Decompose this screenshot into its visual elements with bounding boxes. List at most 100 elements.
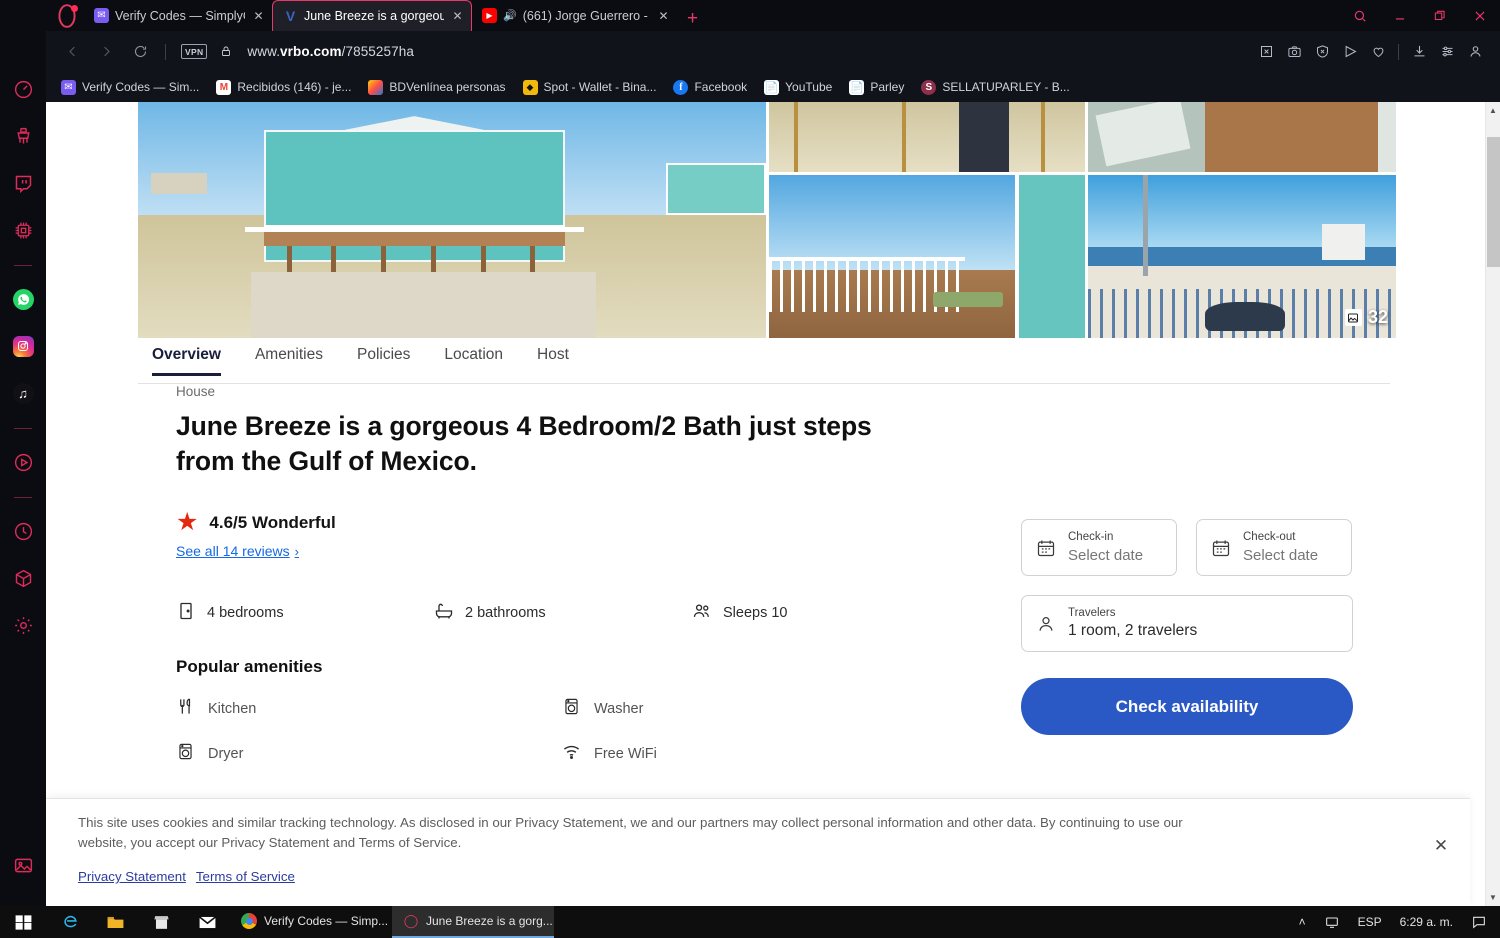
fact-label: Sleeps 10 (723, 605, 788, 622)
package-icon[interactable] (8, 563, 38, 593)
cpu-icon[interactable] (8, 215, 38, 245)
mail-icon: ✉ (61, 79, 76, 95)
player-icon[interactable] (8, 447, 38, 477)
new-tab-button[interactable]: + (677, 9, 708, 31)
pin-page-icon[interactable] (1253, 39, 1279, 65)
scroll-up-icon[interactable]: ▲ (1486, 102, 1500, 119)
gallery-photo-main[interactable] (138, 102, 766, 338)
mail-icon[interactable] (184, 906, 230, 938)
twitch-icon[interactable] (8, 168, 38, 198)
people-icon (692, 601, 712, 625)
taskbar-window-label: Verify Codes — Simp... (264, 914, 389, 928)
gmail-icon: M (216, 79, 232, 95)
image-icon[interactable] (8, 850, 38, 880)
heart-icon[interactable] (1365, 39, 1391, 65)
taskbar-window-chrome[interactable]: Verify Codes — Simp... (230, 906, 392, 938)
snapshot-icon[interactable] (1281, 39, 1307, 65)
travelers-field[interactable]: Travelers 1 room, 2 travelers (1021, 595, 1353, 652)
gallery-photo-4[interactable] (769, 175, 1085, 338)
file-explorer-icon[interactable] (92, 906, 138, 938)
gallery-photo-3[interactable] (1088, 102, 1396, 172)
privacy-statement-link[interactable]: Privacy Statement (78, 869, 186, 884)
browser-tab-0[interactable]: ✉ Verify Codes — SimplyCod ✕ (84, 0, 272, 31)
lock-icon[interactable] (220, 44, 232, 59)
property-section-tabs: Overview Amenities Policies Location Hos… (138, 342, 1390, 384)
tab-amenities[interactable]: Amenities (238, 342, 340, 376)
address-bar-actions (1253, 39, 1488, 65)
settings-icon[interactable] (8, 610, 38, 640)
reload-icon[interactable] (126, 38, 154, 66)
download-icon[interactable] (1406, 39, 1432, 65)
check-availability-button[interactable]: Check availability (1021, 678, 1353, 735)
tab-close-button[interactable]: ✕ (656, 9, 671, 23)
forward-icon[interactable] (92, 38, 120, 66)
tab-audio-icon[interactable]: 🔊 (503, 9, 517, 22)
property-type: House (176, 384, 216, 399)
bookmark-label: Verify Codes — Sim... (82, 80, 200, 94)
windows-icon[interactable] (0, 906, 46, 938)
back-icon[interactable] (58, 38, 86, 66)
binance-icon: ◆ (522, 79, 538, 95)
amenity-dryer: Dryer (176, 742, 562, 765)
photo-count-badge[interactable]: 32 (1344, 307, 1388, 328)
bookmark-item[interactable]: 📄 YouTube (757, 78, 839, 97)
easy-setup-icon[interactable] (1434, 39, 1460, 65)
bookmark-label: Parley (870, 80, 905, 94)
history-icon[interactable] (8, 516, 38, 546)
cleaner-icon[interactable] (8, 121, 38, 151)
bookmark-item[interactable]: S SELLATUPARLEY - B... (914, 78, 1076, 97)
gallery-photo-2[interactable] (769, 102, 1085, 172)
page-scrollbar[interactable]: ▲ ▼ (1485, 102, 1500, 906)
scrollbar-thumb[interactable] (1487, 137, 1500, 267)
adblock-icon[interactable] (1309, 39, 1335, 65)
opera-logo-icon[interactable] (54, 3, 80, 29)
tab-policies[interactable]: Policies (340, 342, 427, 376)
gallery-photo-5[interactable]: 32 (1088, 175, 1396, 338)
checkin-field[interactable]: Check-in Select date (1021, 519, 1177, 576)
calendar-icon (1035, 538, 1057, 558)
taskbar-window-opera[interactable]: ◯ June Breeze is a gorg... (392, 906, 554, 938)
speech-bubble-icon[interactable] (1462, 906, 1496, 938)
close-icon[interactable]: ✕ (1428, 833, 1454, 859)
bookmark-item[interactable]: ✉ Verify Codes — Sim... (54, 78, 206, 97)
checkout-field[interactable]: Check-out Select date (1196, 519, 1352, 576)
browser-address-bar: VPN www.vrbo.com/7855257ha (46, 31, 1500, 72)
bookmark-item[interactable]: BDVenlínea personas (361, 78, 512, 97)
tab-overview[interactable]: Overview (138, 342, 238, 376)
bookmark-label: YouTube (785, 80, 833, 94)
browser-tab-1[interactable]: V June Breeze is a gorgeous 4 ✕ (272, 0, 472, 31)
restore-icon[interactable] (1420, 0, 1460, 31)
clock[interactable]: 6:29 a. m. (1391, 906, 1462, 938)
fact-bedrooms: 4 bedrooms (176, 601, 434, 625)
tab-close-button[interactable]: ✕ (450, 9, 465, 23)
language-indicator[interactable]: ESP (1349, 906, 1391, 938)
see-all-reviews-link[interactable]: See all 14 reviews › (176, 543, 299, 559)
tab-close-button[interactable]: ✕ (251, 9, 266, 23)
instagram-icon[interactable] (8, 331, 38, 361)
bookmark-item[interactable]: ◆ Spot - Wallet - Bina... (516, 78, 664, 97)
vpn-badge[interactable]: VPN (181, 44, 208, 59)
monitor-icon[interactable] (1315, 906, 1349, 938)
url-text[interactable]: www.vrbo.com/7855257ha (247, 44, 414, 59)
send-icon[interactable] (1337, 39, 1363, 65)
tab-location[interactable]: Location (427, 342, 520, 376)
whatsapp-icon[interactable] (8, 284, 38, 314)
minimize-icon[interactable] (1380, 0, 1420, 31)
speed-dial-icon[interactable] (8, 74, 38, 104)
tab-host[interactable]: Host (520, 342, 586, 376)
terms-of-service-link[interactable]: Terms of Service (196, 869, 295, 884)
bookmark-item[interactable]: M Recibidos (146) - je... (209, 78, 358, 97)
close-icon[interactable] (1460, 0, 1500, 31)
bookmark-item[interactable]: 📄 Parley (842, 78, 911, 97)
show-hidden-icons-chevron[interactable]: ˄ (1290, 906, 1315, 938)
amenity-washer: Washer (562, 697, 948, 720)
bookmark-item[interactable]: f Facebook (666, 78, 754, 97)
store-icon[interactable] (138, 906, 184, 938)
browser-tab-2[interactable]: ▶ 🔊 (661) Jorge Guerrero - ( ✕ (472, 0, 677, 31)
tiktok-icon[interactable]: ♫ (8, 378, 38, 408)
profile-icon[interactable] (1462, 39, 1488, 65)
edge-icon[interactable] (46, 906, 92, 938)
scroll-down-icon[interactable]: ▼ (1486, 889, 1500, 906)
travelers-value: 1 room, 2 travelers (1068, 622, 1198, 640)
search-icon[interactable] (1340, 0, 1380, 31)
